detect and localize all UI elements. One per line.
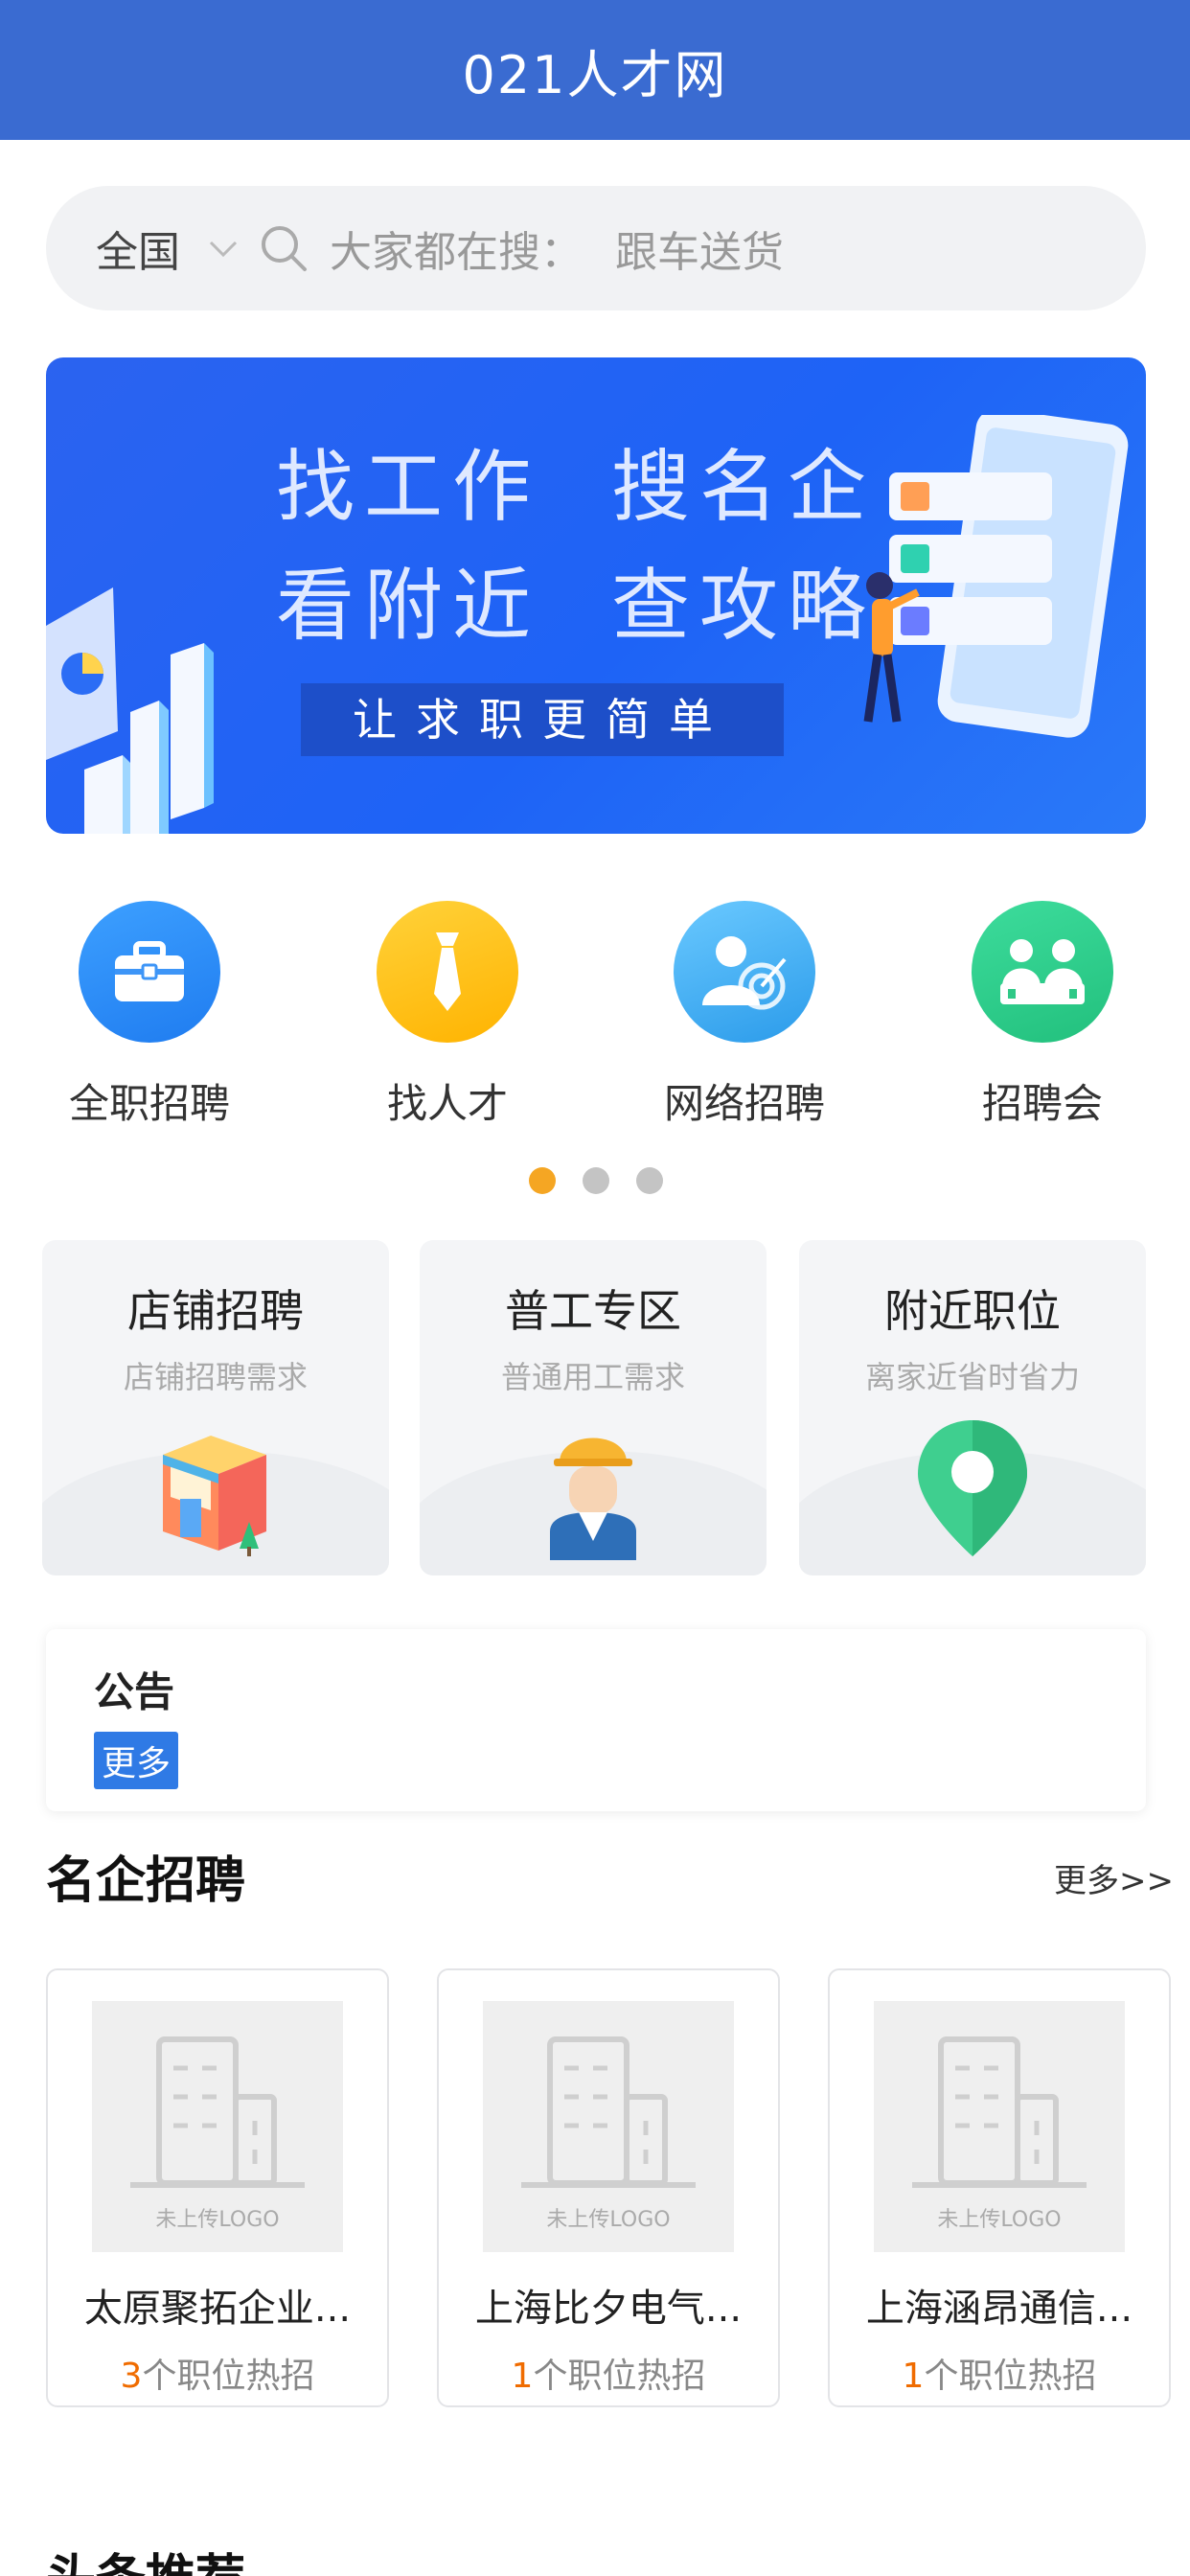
category-label: 全职招聘 — [68, 1080, 230, 1127]
notice-panel: 公告 更多 — [46, 1629, 1146, 1811]
feature-card-title: 附近职位 — [884, 1285, 1061, 1337]
pager-dot[interactable] — [583, 1167, 609, 1194]
section-title-headlines: 头条推荐 — [46, 2538, 245, 2576]
pager-dot-active[interactable] — [529, 1167, 556, 1194]
carousel-pager[interactable] — [529, 1167, 663, 1194]
feature-card-nearby[interactable]: 附近职位 离家近省时省力 — [799, 1240, 1146, 1576]
search-bar[interactable]: 全国 大家都在搜： 跟车送货 — [46, 186, 1146, 310]
jobs-suffix: 个职位热招 — [924, 2357, 1097, 2396]
category-label: 网络招聘 — [663, 1080, 825, 1127]
jobs-suffix: 个职位热招 — [533, 2357, 706, 2396]
job-count: 1 — [511, 2357, 534, 2396]
meeting-icon — [1000, 939, 1085, 1004]
company-jobs: 1个职位热招 — [439, 2348, 778, 2398]
feature-card-worker[interactable]: 普工专区 普通用工需求 — [420, 1240, 767, 1576]
category-job-fair[interactable]: 招聘会 — [918, 901, 1167, 1130]
company-jobs: 3个职位热招 — [48, 2348, 387, 2398]
user-target-icon — [702, 936, 787, 1010]
company-name: 太原聚拓企业... — [83, 2287, 352, 2331]
company-card[interactable]: 未上传LOGO 太原聚拓企业... 3个职位热招 — [46, 1968, 389, 2407]
feature-card-subtitle: 离家近省时省力 — [864, 1359, 1080, 1395]
category-label: 招聘会 — [981, 1080, 1103, 1127]
company-logo-placeholder: 未上传LOGO — [483, 2001, 734, 2252]
location-pin-icon — [918, 1420, 1027, 1556]
region-selector[interactable]: 全国 — [96, 218, 180, 279]
search-icon — [262, 226, 307, 271]
search-hot-keyword[interactable]: 跟车送货 — [615, 218, 784, 279]
company-name: 上海涵昂通信... — [865, 2287, 1133, 2331]
logo-placeholder-text: 未上传LOGO — [937, 2208, 1062, 2232]
banner-slogan: 让求职更简单 — [301, 683, 784, 756]
company-logo-placeholder: 未上传LOGO — [874, 2001, 1125, 2252]
feature-card-subtitle: 普通用工需求 — [500, 1359, 685, 1395]
pager-dot[interactable] — [636, 1167, 663, 1194]
chevron-down-icon[interactable] — [207, 232, 240, 264]
jobs-suffix: 个职位热招 — [142, 2357, 315, 2396]
category-online[interactable]: 网络招聘 — [620, 901, 869, 1130]
company-jobs: 1个职位热招 — [830, 2348, 1169, 2398]
page-title: 021人才网 — [462, 44, 728, 105]
promo-banner[interactable]: 找工作 搜名企 看附近 查攻略 让求职更简单 — [46, 357, 1146, 834]
category-nav: 全职招聘 找人才 网络招聘 招聘会 — [0, 901, 1190, 1131]
category-label: 找人才 — [386, 1080, 508, 1127]
notice-more-button[interactable]: 更多 — [94, 1732, 179, 1789]
company-card[interactable]: 未上传LOGO 上海涵昂通信... 1个职位热招 — [828, 1968, 1171, 2407]
company-logo-placeholder: 未上传LOGO — [92, 2001, 343, 2252]
section-title: 名企招聘 — [46, 1852, 246, 1910]
worker-icon — [550, 1438, 636, 1560]
tie-icon — [434, 932, 461, 1011]
shop-icon — [163, 1436, 266, 1556]
company-name: 上海比夕电气... — [474, 2287, 743, 2331]
bar-chart-illustration — [46, 587, 214, 834]
notice-title: 公告 — [94, 1668, 175, 1715]
category-fulltime[interactable]: 全职招聘 — [25, 901, 274, 1130]
feature-cards: 店铺招聘 店铺招聘需求 普工专区 普通用工需求 附近职位 离家近省时省力 — [42, 1240, 1146, 1576]
feature-card-title: 普工专区 — [505, 1285, 681, 1337]
search-placeholder: 大家都在搜： — [330, 228, 583, 277]
feature-card-subtitle: 店铺招聘需求 — [123, 1359, 308, 1395]
job-count: 1 — [902, 2357, 925, 2396]
banner-text: 找工作 — [276, 442, 541, 533]
section-more-link[interactable]: 更多>> — [1054, 1854, 1174, 1901]
company-list: 未上传LOGO 太原聚拓企业... 3个职位热招 未上传LOGO 上海比夕电气.… — [46, 1968, 1190, 2409]
phone-illustration — [863, 415, 1129, 738]
feature-card-title: 店铺招聘 — [127, 1285, 304, 1337]
app-header: 021人才网 — [0, 0, 1190, 140]
logo-placeholder-text: 未上传LOGO — [546, 2208, 671, 2232]
company-card[interactable]: 未上传LOGO 上海比夕电气... 1个职位热招 — [437, 1968, 780, 2407]
banner-text: 看附近 — [276, 561, 541, 652]
job-count: 3 — [120, 2357, 143, 2396]
category-talent[interactable]: 找人才 — [323, 901, 572, 1130]
logo-placeholder-text: 未上传LOGO — [155, 2208, 280, 2232]
briefcase-icon — [115, 941, 184, 1001]
feature-card-shop[interactable]: 店铺招聘 店铺招聘需求 — [42, 1240, 389, 1576]
